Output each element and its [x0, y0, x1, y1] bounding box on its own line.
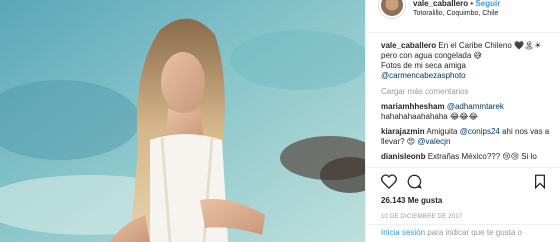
- comments-section: vale_caballero En el Caribe Chileno 🖤🏝☀ …: [366, 33, 560, 167]
- comment-mention[interactable]: @conips24: [460, 127, 500, 136]
- comment-text: Extrañas México??? 😢😢 Si lo: [427, 152, 537, 161]
- caption-line3: Fotos de mi seca amiga: [381, 61, 466, 70]
- caption-mention[interactable]: @carmencabezasphoto: [381, 71, 466, 80]
- location-link[interactable]: Totoralillo, Coquimbo, Chile: [413, 9, 500, 19]
- caption-username[interactable]: vale_caballero: [381, 41, 436, 50]
- instagram-post: vale_caballero • Seguir Totoralillo, Coq…: [0, 0, 560, 242]
- comment-mention-2[interactable]: @valecjn: [417, 137, 450, 146]
- comment-item: kiarajazmin Amiguita @conips24 ahi nos v…: [381, 127, 553, 147]
- separator-dot: •: [470, 0, 474, 8]
- follow-button[interactable]: Seguir: [475, 0, 500, 8]
- comment-icon[interactable]: [407, 174, 422, 189]
- caption-line2: pero con agua congelada 😅: [381, 51, 482, 60]
- comment-item: mariamhhesham @adhammtarek hahahahaahaha…: [381, 102, 553, 122]
- comment-text: Amiguita: [426, 127, 458, 136]
- avatar[interactable]: [379, 0, 405, 18]
- login-prompt-text: para indicar que te gusta o: [425, 228, 522, 237]
- post-photo[interactable]: [0, 0, 365, 242]
- post-side-panel: vale_caballero • Seguir Totoralillo, Coq…: [365, 0, 560, 242]
- comment-text: hahahahaahahaha 😂😂😂: [381, 112, 479, 121]
- bookmark-icon[interactable]: [534, 174, 546, 189]
- header-username[interactable]: vale_caballero: [413, 0, 468, 8]
- header-row: vale_caballero • Seguir: [413, 0, 500, 9]
- login-prompt: Inicia sesión para indicar que te gusta …: [366, 224, 560, 242]
- comment-item: dianisleonb Extrañas México??? 😢😢 Si lo: [381, 152, 553, 162]
- caption: vale_caballero En el Caribe Chileno 🖤🏝☀ …: [381, 41, 553, 81]
- caption-line1: En el Caribe Chileno 🖤🏝☀: [438, 41, 542, 50]
- action-icons: [381, 172, 546, 190]
- post-date: 10 DE DICIEMBRE DE 2017: [381, 214, 463, 220]
- post-header: vale_caballero • Seguir Totoralillo, Coq…: [366, 0, 560, 33]
- load-more-comments[interactable]: Cargar más comentarios: [381, 87, 553, 97]
- comment-username[interactable]: mariamhhesham: [381, 102, 445, 111]
- heart-icon[interactable]: [381, 173, 397, 189]
- beach-photo-image: [0, 0, 365, 242]
- login-link[interactable]: Inicia sesión: [381, 228, 425, 237]
- comment-mention[interactable]: @adhammtarek: [447, 102, 504, 111]
- header-info: vale_caballero • Seguir Totoralillo, Coq…: [413, 0, 500, 19]
- comment-username[interactable]: kiarajazmin: [381, 127, 425, 136]
- likes-count[interactable]: 26.143 Me gusta: [381, 196, 546, 205]
- comment-username[interactable]: dianisleonb: [381, 152, 425, 161]
